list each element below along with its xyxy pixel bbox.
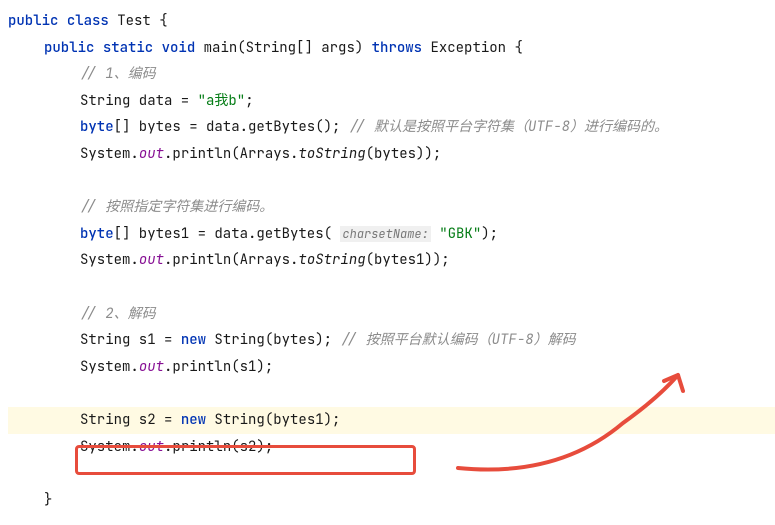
keyword-new: new bbox=[181, 331, 206, 349]
keyword-throws: throws bbox=[372, 39, 422, 57]
class-name: Test bbox=[117, 12, 151, 30]
type-byte: byte bbox=[80, 118, 114, 136]
blank-line bbox=[8, 274, 775, 301]
code-line-8: byte[] bytes1 = data.getBytes( charsetNa… bbox=[8, 221, 775, 248]
field-out: out bbox=[139, 438, 164, 456]
code-line-2: public static void main(String[] args) t… bbox=[8, 35, 775, 62]
type-string: String bbox=[80, 92, 130, 110]
keyword-new: new bbox=[181, 411, 206, 429]
code-line-9: System.out.println(Arrays.toString(bytes… bbox=[8, 247, 775, 274]
method-tostring: toString bbox=[298, 145, 365, 163]
comment: // 默认是按照平台字符集（UTF-8）进行编码的。 bbox=[349, 118, 668, 136]
code-line-12: System.out.println(s1); bbox=[8, 354, 775, 381]
code-line-4: String data = "a我b"; bbox=[8, 88, 775, 115]
keyword-public: public bbox=[8, 12, 58, 30]
code-line-11: String s1 = new String(bytes); // 按照平台默认… bbox=[8, 327, 775, 354]
blank-line bbox=[8, 168, 775, 195]
code-editor: public class Test { public static void m… bbox=[8, 8, 775, 513]
keyword-static: static bbox=[103, 39, 153, 57]
comment: // 2、解码 bbox=[80, 305, 156, 323]
blank-line bbox=[8, 460, 775, 487]
code-line-3: // 1、编码 bbox=[8, 61, 775, 88]
field-out: out bbox=[139, 358, 164, 376]
method-tostring: toString bbox=[298, 251, 365, 269]
field-out: out bbox=[139, 145, 164, 163]
close-brace: } bbox=[8, 487, 775, 514]
code-line-13-highlighted: String s2 = new String(bytes1); bbox=[8, 407, 775, 434]
type-string: String bbox=[80, 411, 130, 429]
comment: // 按照平台默认编码（UTF-8）解码 bbox=[340, 331, 575, 349]
string-literal: "a我b" bbox=[198, 92, 246, 110]
string-literal: "GBK" bbox=[439, 225, 481, 243]
code-line-1: public class Test { bbox=[8, 8, 775, 35]
keyword-class: class bbox=[67, 12, 109, 30]
code-line-5: byte[] bytes = data.getBytes(); // 默认是按照… bbox=[8, 114, 775, 141]
type-string-array: String[] bbox=[246, 39, 313, 57]
code-line-10: // 2、解码 bbox=[8, 301, 775, 328]
code-line-6: System.out.println(Arrays.toString(bytes… bbox=[8, 141, 775, 168]
method-main: main( bbox=[204, 39, 246, 57]
comment: // 按照指定字符集进行编码。 bbox=[80, 198, 273, 216]
type-byte: byte bbox=[80, 225, 114, 243]
comment: // 1、编码 bbox=[80, 65, 156, 83]
field-out: out bbox=[139, 251, 164, 269]
code-line-14: System.out.println(s2); bbox=[8, 434, 775, 461]
keyword-void: void bbox=[162, 39, 196, 57]
code-line-7: // 按照指定字符集进行编码。 bbox=[8, 194, 775, 221]
keyword-public: public bbox=[44, 39, 94, 57]
param-hint: charsetName: bbox=[340, 226, 430, 242]
blank-line bbox=[8, 380, 775, 407]
type-string: String bbox=[80, 331, 130, 349]
